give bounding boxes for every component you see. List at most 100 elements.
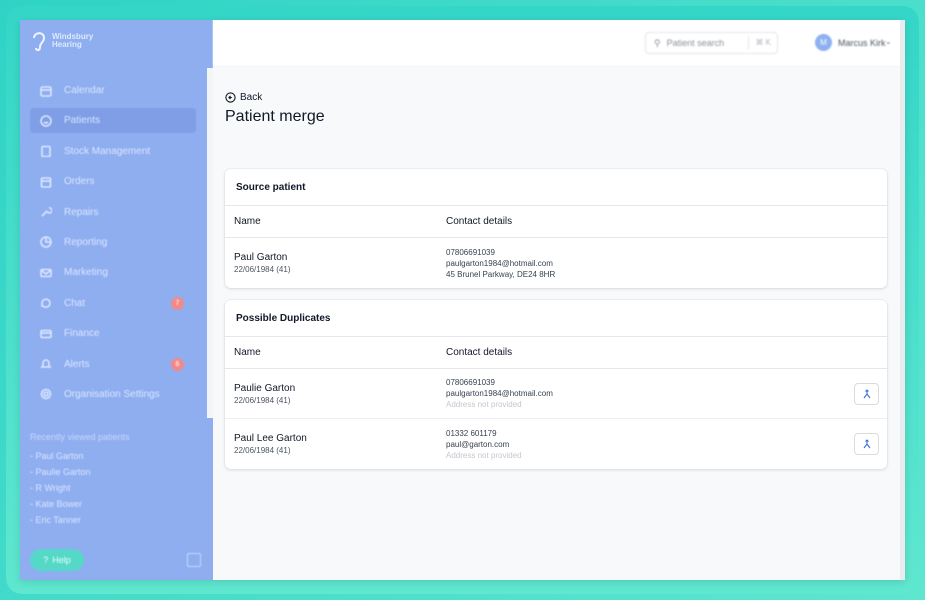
patient-name-cell: Paulie Garton 22/06/1984 (41) xyxy=(225,382,446,406)
sidebar-item-patients[interactable]: Patients xyxy=(30,108,196,134)
recent-patient-link[interactable]: - Kate Bower xyxy=(30,499,91,515)
table-row[interactable]: Paul Lee Garton 22/06/1984 (41) 01332 60… xyxy=(225,419,887,469)
recent-patients-title: Recently viewed patients xyxy=(30,432,130,442)
help-icon: ? xyxy=(43,555,49,565)
bell-icon xyxy=(40,358,52,370)
contact-details-cell: 07806691039 paulgarton1984@hotmail.com A… xyxy=(446,377,887,410)
search-shortcut: ⌘ K xyxy=(748,36,771,50)
chat-icon xyxy=(40,297,52,309)
column-header-contact: Contact details xyxy=(446,347,513,358)
patient-address: Address not provided xyxy=(446,450,522,460)
contact-details-cell: 01332 601179 paul@garton.com Address not… xyxy=(446,428,887,461)
sidebar-item-label: Organisation Settings xyxy=(64,388,160,400)
card-title: Possible Duplicates xyxy=(225,300,887,337)
patient-dob: 22/06/1984 (41) xyxy=(234,446,291,455)
sidebar-item-reporting[interactable]: Reporting xyxy=(30,230,196,255)
column-header-name: Name xyxy=(234,347,261,358)
mail-icon xyxy=(40,267,52,279)
sidebar: Windsbury Hearing Calendar Patients Stoc… xyxy=(20,20,213,580)
avatar[interactable]: M xyxy=(815,34,832,51)
sidebar-item-label: Chat xyxy=(64,297,86,309)
back-link[interactable]: Back xyxy=(225,92,262,103)
calendar-icon xyxy=(40,85,52,97)
pie-chart-icon xyxy=(40,236,52,249)
sidebar-item-alerts[interactable]: Alerts 6 xyxy=(30,352,196,377)
search-icon: ⚲ xyxy=(654,37,661,48)
table-header: Name Contact details xyxy=(225,206,887,238)
sidebar-item-label: Alerts xyxy=(64,358,90,370)
column-header-name: Name xyxy=(234,216,261,227)
sidebar-item-stock-management[interactable]: Stock Management xyxy=(30,139,196,164)
patient-search-input[interactable]: ⚲ Patient search ⌘ K xyxy=(645,32,778,54)
possible-duplicates-card: Possible Duplicates Name Contact details… xyxy=(225,300,887,469)
recent-patient-link[interactable]: - Paulie Garton xyxy=(30,467,91,483)
sidebar-item-marketing[interactable]: Marketing xyxy=(30,260,196,285)
app-window: Windsbury Hearing Calendar Patients Stoc… xyxy=(20,20,905,580)
smile-icon xyxy=(40,115,52,127)
patient-name[interactable]: Paul Lee Garton xyxy=(234,432,446,445)
arrow-left-circle-icon xyxy=(225,92,236,103)
patient-dob: 22/06/1984 (41) xyxy=(234,265,291,274)
brand-logo[interactable]: Windsbury Hearing xyxy=(30,28,102,54)
recent-patient-link[interactable]: - R Wright xyxy=(30,483,91,499)
help-button[interactable]: ? Help xyxy=(30,549,84,571)
sidebar-item-repairs[interactable]: Repairs xyxy=(30,200,196,225)
patient-address: 45 Brunel Parkway, DE24 8HR xyxy=(446,269,556,279)
page-scrollbar[interactable] xyxy=(900,20,905,580)
credit-card-icon xyxy=(40,328,52,340)
patient-name[interactable]: Paulie Garton xyxy=(234,382,446,395)
brand-name-line2: Hearing xyxy=(52,40,82,49)
sidebar-nav: Calendar Patients Stock Management Order… xyxy=(30,78,196,412)
merge-button[interactable] xyxy=(854,433,879,455)
patient-phone: 07806691039 xyxy=(446,247,495,257)
merge-icon xyxy=(863,439,870,449)
help-button-label: Help xyxy=(52,555,71,565)
sidebar-item-label: Orders xyxy=(64,176,95,188)
sidebar-item-orders[interactable]: Orders xyxy=(30,169,196,194)
brand-name: Windsbury Hearing xyxy=(52,33,102,49)
recent-patients-list: - Paul Garton - Paulie Garton - R Wright… xyxy=(30,451,91,531)
table-row[interactable]: Paul Garton 22/06/1984 (41) 07806691039 … xyxy=(225,238,887,288)
top-bar: ⚲ Patient search ⌘ K M Marcus Kirk ⌄ xyxy=(213,20,905,67)
ear-logo-icon xyxy=(33,32,46,52)
sidebar-item-finance[interactable]: Finance xyxy=(30,321,196,346)
page-title: Patient merge xyxy=(225,108,325,125)
patient-dob: 22/06/1984 (41) xyxy=(234,395,291,405)
patient-name-cell: Paul Garton 22/06/1984 (41) xyxy=(225,251,446,275)
patient-email: paulgarton1984@hotmail.com xyxy=(446,258,553,268)
sidebar-item-label: Reporting xyxy=(64,236,108,248)
contact-details-cell: 07806691039 paulgarton1984@hotmail.com 4… xyxy=(446,247,887,280)
patient-name-cell: Paul Lee Garton 22/06/1984 (41) xyxy=(225,432,446,456)
sidebar-item-organisation-settings[interactable]: Organisation Settings xyxy=(30,382,196,407)
sidebar-item-label: Finance xyxy=(64,328,100,340)
table-row[interactable]: Paulie Garton 22/06/1984 (41) 0780669103… xyxy=(225,369,887,419)
clipboard-icon xyxy=(40,145,52,158)
sidebar-item-label: Marketing xyxy=(64,267,108,279)
merge-button[interactable] xyxy=(854,383,879,405)
patient-email: paul@garton.com xyxy=(446,439,510,449)
column-header-contact: Contact details xyxy=(446,216,513,227)
sidebar-item-chat[interactable]: Chat 7 xyxy=(30,291,196,316)
recent-patient-link[interactable]: - Paul Garton xyxy=(30,451,91,467)
sidebar-item-calendar[interactable]: Calendar xyxy=(30,78,196,103)
merge-icon xyxy=(863,389,870,399)
patient-phone: 01332 601179 xyxy=(446,428,497,438)
table-header: Name Contact details xyxy=(225,337,887,369)
back-label: Back xyxy=(240,92,263,103)
sidebar-item-label: Stock Management xyxy=(64,145,151,157)
patient-name[interactable]: Paul Garton xyxy=(234,251,446,264)
card-title: Source patient xyxy=(225,169,887,206)
gear-icon xyxy=(40,388,52,400)
sidebar-item-label: Calendar xyxy=(64,85,105,96)
recent-patient-link[interactable]: - Eric Tanner xyxy=(30,515,91,531)
chat-badge: 7 xyxy=(171,296,184,310)
main-content: Back Patient merge Source patient Name C… xyxy=(213,67,905,580)
alerts-badge: 6 xyxy=(171,357,184,371)
collapse-sidebar-icon[interactable] xyxy=(187,553,201,567)
source-patient-card: Source patient Name Contact details Paul… xyxy=(225,169,887,288)
user-name[interactable]: Marcus Kirk xyxy=(838,38,886,48)
patient-address: Address not provided xyxy=(446,400,522,409)
wrench-icon xyxy=(40,206,52,218)
chevron-down-icon[interactable]: ⌄ xyxy=(885,37,892,46)
sidebar-item-label: Repairs xyxy=(64,206,99,218)
